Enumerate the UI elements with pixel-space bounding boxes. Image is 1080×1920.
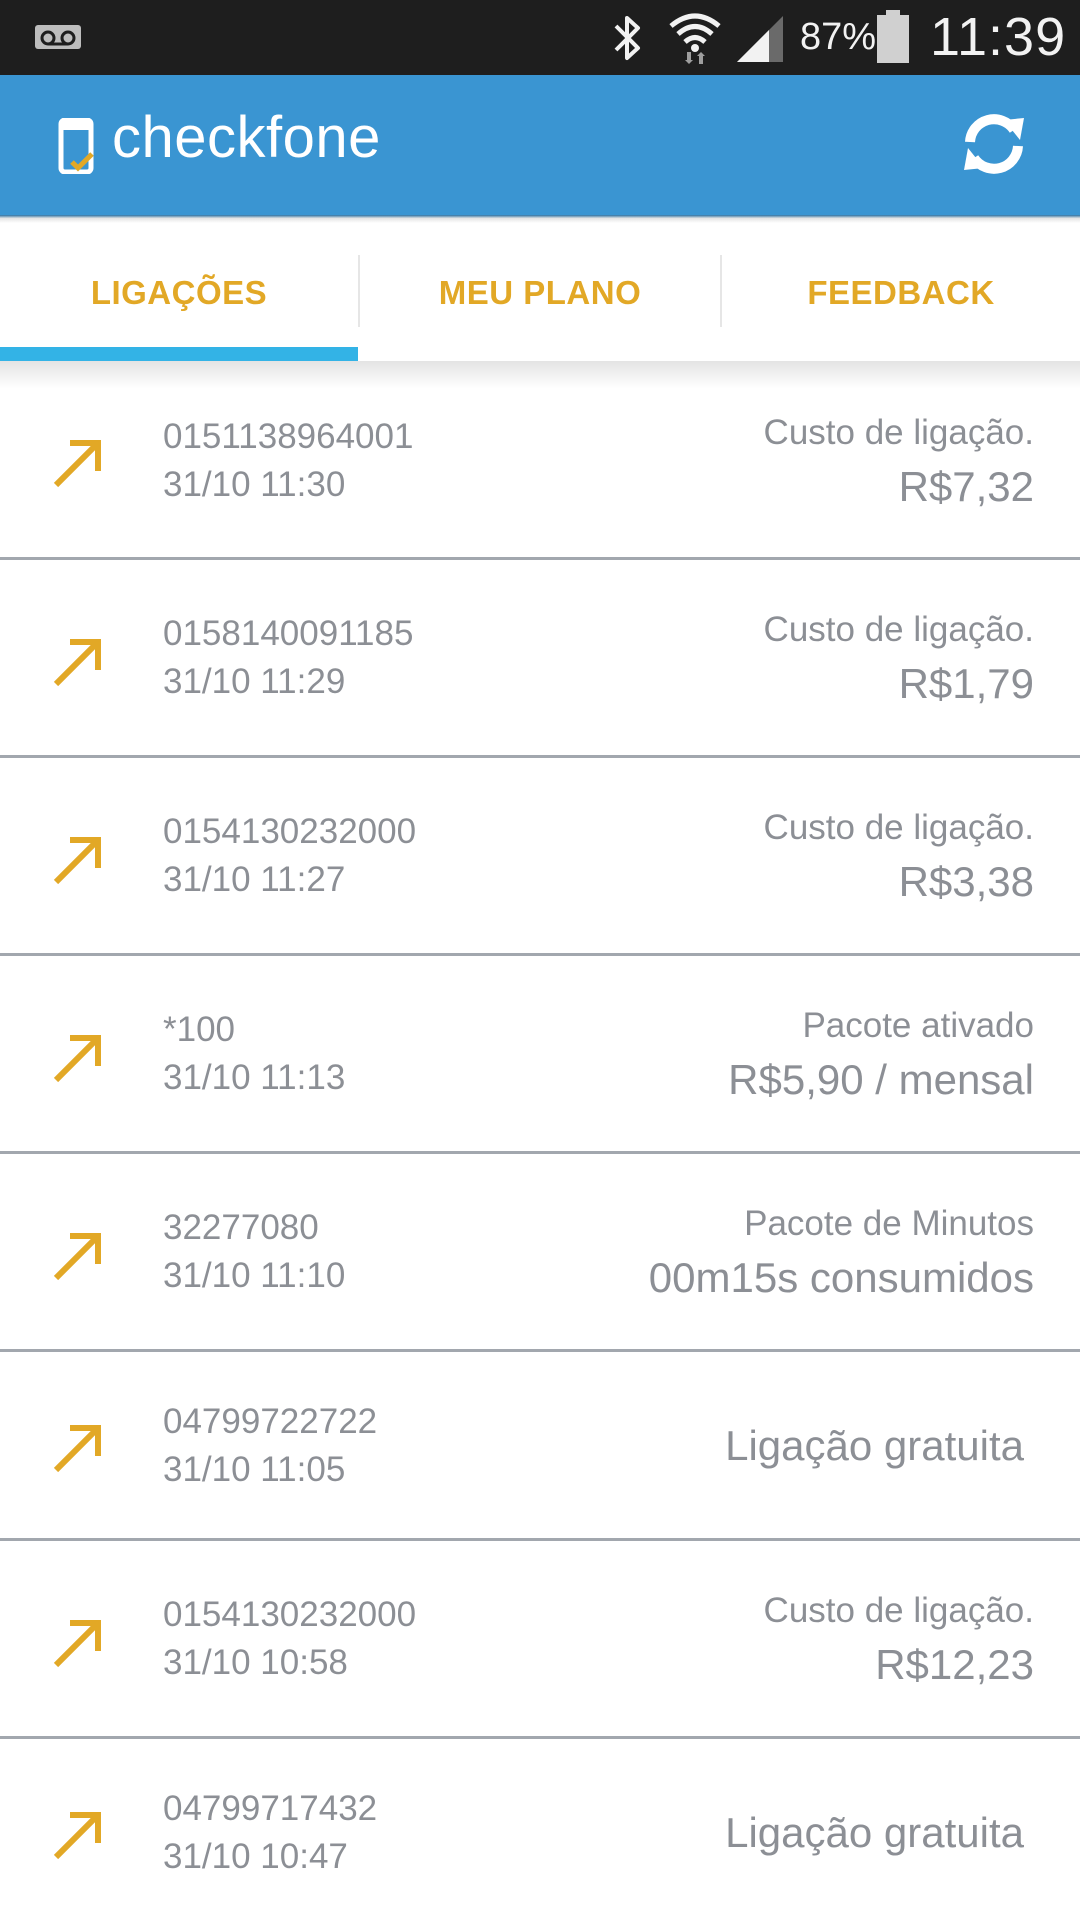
call-datetime: 31/10 10:58: [163, 1643, 348, 1682]
package-label: Pacote ativado: [802, 1006, 1034, 1045]
package-label: Pacote de Minutos: [744, 1204, 1034, 1243]
bluetooth-icon: [614, 16, 640, 60]
voicemail-icon: [35, 25, 81, 49]
call-datetime: 31/10 10:47: [163, 1837, 348, 1876]
call-cost-label: Custo de ligação.: [763, 413, 1034, 452]
call-cost-value: R$1,79: [898, 660, 1034, 707]
tab-selected-indicator: [0, 347, 358, 361]
list-item[interactable]: 0151138964001 31/10 11:30 Custo de ligaç…: [0, 389, 1080, 560]
outgoing-call-arrow-icon: [53, 837, 101, 885]
call-number: 0154130232000: [163, 1595, 417, 1634]
battery-percentage: 87%: [800, 16, 877, 58]
tab-bar: LIGAÇÕES MEU PLANO FEEDBACK: [0, 223, 1080, 363]
call-cost-label: Custo de ligação.: [763, 610, 1034, 649]
call-number: 32277080: [163, 1208, 319, 1247]
call-datetime: 31/10 11:27: [163, 860, 346, 899]
phone-check-icon: [58, 118, 94, 174]
call-number: 0158140091185: [163, 614, 414, 653]
free-call-label: Ligação gratuita: [725, 1809, 1024, 1856]
outgoing-call-arrow-icon: [53, 1620, 101, 1668]
call-cost-value: R$3,38: [898, 858, 1034, 905]
call-number: *100: [163, 1010, 236, 1049]
cell-signal-icon: [737, 16, 783, 62]
tab-ligacoes[interactable]: LIGAÇÕES: [0, 223, 358, 363]
call-datetime: 31/10 11:13: [163, 1058, 346, 1097]
refresh-icon[interactable]: [958, 108, 1030, 180]
tab-feedback[interactable]: FEEDBACK: [722, 223, 1080, 363]
package-value: 00m15s consumidos: [648, 1254, 1034, 1301]
list-item[interactable]: 32277080 31/10 11:10 Pacote de Minutos 0…: [0, 1154, 1080, 1352]
call-cost-value: R$12,23: [875, 1641, 1034, 1688]
outgoing-call-arrow-icon: [53, 1233, 101, 1281]
outgoing-call-arrow-icon: [53, 1425, 101, 1473]
list-item[interactable]: 0154130232000 31/10 10:58 Custo de ligaç…: [0, 1541, 1080, 1739]
list-item[interactable]: 04799722722 31/10 11:05 Ligação gratuita: [0, 1352, 1080, 1541]
outgoing-call-arrow-icon: [53, 1812, 101, 1860]
battery-icon: [877, 10, 909, 63]
call-cost-value: R$7,32: [898, 463, 1034, 510]
tab-bar-shadow: [0, 361, 1080, 389]
list-item[interactable]: 0154130232000 31/10 11:27 Custo de ligaç…: [0, 758, 1080, 956]
call-cost-label: Custo de ligação.: [763, 808, 1034, 847]
call-number: 04799722722: [163, 1402, 378, 1441]
list-item[interactable]: *100 31/10 11:13 Pacote ativado R$5,90 /…: [0, 956, 1080, 1154]
call-datetime: 31/10 11:05: [163, 1450, 346, 1489]
outgoing-call-arrow-icon: [53, 639, 101, 687]
list-item[interactable]: 04799717432 31/10 10:47 Ligação gratuita: [0, 1739, 1080, 1920]
app-title: checkfone: [112, 105, 381, 170]
wifi-icon: [669, 13, 721, 64]
call-datetime: 31/10 11:10: [163, 1256, 346, 1295]
free-call-label: Ligação gratuita: [725, 1422, 1024, 1469]
call-number: 0154130232000: [163, 812, 417, 851]
app-bar-shadow: [0, 215, 1080, 223]
call-datetime: 31/10 11:30: [163, 465, 346, 504]
call-number: 04799717432: [163, 1789, 378, 1828]
list-item[interactable]: 0158140091185 31/10 11:29 Custo de ligaç…: [0, 560, 1080, 758]
status-bar: 87% 11:39: [0, 0, 1080, 75]
outgoing-call-arrow-icon: [53, 440, 101, 488]
call-datetime: 31/10 11:29: [163, 662, 346, 701]
package-value: R$5,90 / mensal: [728, 1056, 1034, 1103]
status-clock: 11:39: [930, 7, 1067, 67]
call-cost-label: Custo de ligação.: [763, 1591, 1034, 1630]
outgoing-call-arrow-icon: [53, 1035, 101, 1083]
tab-meu-plano[interactable]: MEU PLANO: [360, 223, 720, 363]
call-number: 0151138964001: [163, 417, 414, 456]
